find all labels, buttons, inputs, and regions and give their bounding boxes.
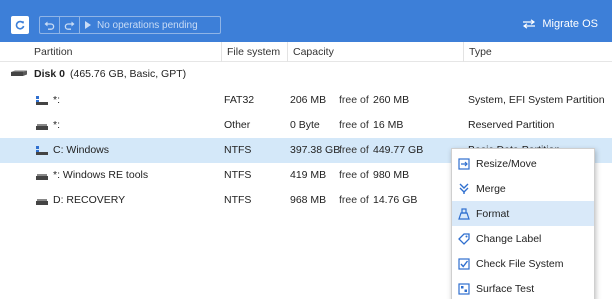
toolbar: No operations pending Migrate OS — [0, 0, 612, 42]
column-partition[interactable]: Partition — [34, 42, 73, 62]
partition-type: Reserved Partition — [468, 119, 555, 131]
migrate-label: Migrate OS — [542, 18, 598, 30]
format-icon — [458, 207, 470, 220]
redo-button[interactable] — [60, 17, 80, 33]
disk-info: (465.76 GB, Basic, GPT) — [70, 68, 187, 80]
partition-total: 449.77 GB — [373, 144, 424, 156]
menu-item-label: Surface Test — [476, 282, 535, 295]
partition-used: 0 Byte — [290, 119, 320, 131]
column-divider[interactable] — [221, 42, 222, 62]
refresh-icon — [15, 20, 25, 30]
redo-icon — [64, 21, 75, 30]
partition-fs: Other — [224, 119, 251, 131]
menu-item-change-label[interactable]: Change Label — [452, 226, 594, 251]
free-of-label: free of — [339, 144, 369, 156]
partition-total: 16 MB — [373, 119, 404, 131]
column-file-system[interactable]: File system — [227, 42, 280, 62]
partition-name: D: RECOVERY — [53, 194, 126, 206]
free-of-label: free of — [339, 169, 369, 181]
partition-fs: NTFS — [224, 169, 252, 181]
partition-fs: FAT32 — [224, 94, 255, 106]
partition-row[interactable]: *: FAT32 206 MB free of 260 MB System, E… — [0, 88, 612, 113]
menu-item-label: Check File System — [476, 257, 564, 270]
column-divider[interactable] — [463, 42, 464, 62]
surface-test-icon — [458, 282, 470, 295]
migrate-os-button[interactable]: Migrate OS — [522, 18, 598, 30]
menu-item-label: Change Label — [476, 232, 542, 245]
column-header: Partition File system Capacity Type — [0, 42, 612, 62]
disk-icon — [11, 70, 27, 76]
disk-label: Disk 0 — [34, 68, 65, 80]
partition-used: 968 MB — [290, 194, 327, 206]
merge-icon — [458, 183, 470, 195]
column-divider[interactable] — [287, 42, 288, 62]
free-of-label: free of — [339, 94, 369, 106]
free-of-label: free of — [339, 119, 369, 131]
partition-used: 419 MB — [290, 169, 327, 181]
partition-used: 206 MB — [290, 94, 327, 106]
menu-item-label: Format — [476, 207, 510, 220]
partition-row[interactable]: *: Other 0 Byte free of 16 MB Reserved P… — [0, 113, 612, 138]
partition-type: System, EFI System Partition — [468, 94, 605, 106]
disk-row[interactable]: Disk 0 (465.76 GB, Basic, GPT) — [0, 62, 612, 86]
column-capacity[interactable]: Capacity — [293, 42, 334, 62]
undo-icon — [44, 21, 55, 30]
drive-icon — [36, 199, 48, 205]
undo-button[interactable] — [40, 17, 60, 33]
tag-icon — [458, 232, 470, 245]
play-icon — [85, 21, 91, 29]
partition-total: 980 MB — [373, 169, 410, 181]
resize-icon — [458, 157, 470, 170]
menu-item-format[interactable]: Format — [452, 201, 594, 226]
menu-item-label: Merge — [476, 182, 506, 195]
menu-item-check-file-system[interactable]: Check File System — [452, 251, 594, 276]
partition-used: 397.38 GB — [290, 144, 341, 156]
partition-name: *: — [53, 94, 61, 106]
partition-name: *: Windows RE tools — [53, 169, 149, 181]
migrate-icon — [523, 19, 536, 29]
refresh-button[interactable] — [11, 16, 29, 34]
partition-name: *: — [53, 119, 61, 131]
menu-item-label: Resize/Move — [476, 157, 537, 170]
partition-name: C: Windows — [53, 144, 110, 156]
menu-item-merge[interactable]: Merge — [452, 176, 594, 201]
menu-item-resize-move[interactable]: Resize/Move — [452, 151, 594, 176]
drive-icon — [36, 124, 48, 130]
windows-partition-icon — [36, 146, 48, 155]
partition-total: 260 MB — [373, 94, 410, 106]
partition-fs: NTFS — [224, 144, 252, 156]
apply-button[interactable]: No operations pending — [80, 17, 220, 33]
menu-item-surface-test[interactable]: Surface Test — [452, 276, 594, 299]
free-of-label: free of — [339, 194, 369, 206]
system-partition-icon — [36, 96, 48, 105]
apply-label: No operations pending — [97, 19, 198, 31]
partition-total: 14.76 GB — [373, 194, 418, 206]
operations-toolbar-group: No operations pending — [39, 16, 221, 34]
check-icon — [458, 257, 470, 270]
context-menu: Resize/Move Merge Format Change Label Ch… — [451, 148, 595, 299]
drive-icon — [36, 174, 48, 180]
partition-fs: NTFS — [224, 194, 252, 206]
column-type[interactable]: Type — [469, 42, 492, 62]
